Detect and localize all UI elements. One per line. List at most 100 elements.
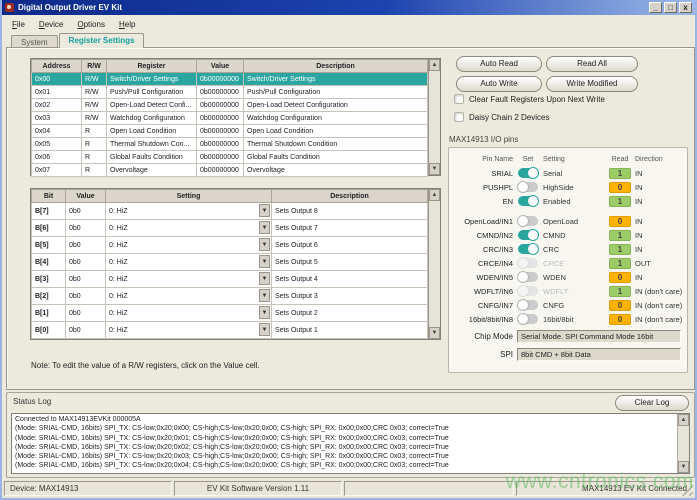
dropdown-arrow-icon[interactable]: ▼	[259, 204, 270, 217]
menu-item-device[interactable]: Device	[39, 20, 63, 29]
menu-bar: File Device Options Help	[2, 15, 695, 33]
dropdown-arrow-icon[interactable]: ▼	[259, 221, 270, 234]
pin-name: CRC/IN3	[453, 245, 513, 254]
dropdown-arrow-icon[interactable]: ▼	[259, 255, 270, 268]
pin-set-toggle	[518, 286, 538, 296]
pin-setting-label: WDFLT	[543, 287, 605, 296]
value-cell[interactable]: 0b00000000	[197, 164, 244, 177]
setting-dropdown[interactable]: 0: HiZ ▼	[106, 322, 272, 339]
value-cell[interactable]: 0b00000000	[197, 99, 244, 112]
dropdown-arrow-icon[interactable]: ▼	[259, 272, 270, 285]
bit-value-cell: 0b0	[66, 288, 106, 305]
pin-read-indicator: 1	[609, 244, 631, 255]
status-log-scrollbar[interactable]: ▲ ▼	[677, 414, 689, 473]
register-row[interactable]: 0x03R/WWatchdog Configuration0b00000000W…	[32, 112, 428, 125]
scroll-down-arrow-icon[interactable]: ▼	[429, 163, 440, 175]
clear-fault-checkbox[interactable]	[454, 94, 464, 104]
bit-value-cell: 0b0	[66, 254, 106, 271]
log-line: Connected to MAX14913EVKit 000005A	[15, 415, 686, 424]
value-cell[interactable]: 0b00000000	[197, 86, 244, 99]
pin-name: 16bit/8bit/IN8	[453, 315, 513, 324]
register-row[interactable]: 0x02R/WOpen-Load Detect Confi...0b000000…	[32, 99, 428, 112]
pin-set-toggle[interactable]	[518, 230, 538, 240]
scroll-up-arrow-icon[interactable]: ▲	[429, 189, 440, 201]
register-row[interactable]: 0x07ROvervoltage0b00000000Overvoltage	[32, 164, 428, 177]
auto-write-button[interactable]: Auto Write	[456, 76, 542, 92]
log-line: (Mode: SRIAL-CMD, 16bits) SPI_TX: CS-low…	[15, 452, 686, 461]
pin-set-toggle[interactable]	[518, 244, 538, 254]
minimize-button[interactable]: _	[649, 2, 662, 13]
pin-set-toggle[interactable]	[518, 300, 538, 310]
pin-setting-label: HighSide	[543, 183, 605, 192]
scroll-up-arrow-icon[interactable]: ▲	[429, 59, 440, 71]
pin-row: PUSHPLHighSide0IN	[453, 180, 681, 194]
dropdown-arrow-icon[interactable]: ▼	[259, 289, 270, 302]
dropdown-arrow-icon[interactable]: ▼	[259, 238, 270, 251]
scroll-down-arrow-icon[interactable]: ▼	[429, 327, 440, 339]
setting-value: 0: HiZ	[109, 327, 128, 334]
pin-set-toggle[interactable]	[518, 196, 538, 206]
value-cell[interactable]: 0b00000000	[197, 73, 244, 86]
pin-direction: IN (don't care)	[635, 301, 682, 310]
read-all-button[interactable]: Read All	[546, 56, 638, 72]
io-pins-panel: Pin Name Set Setting Read Direction SRIA…	[448, 147, 688, 373]
pin-set-toggle[interactable]	[518, 314, 538, 324]
log-line: (Mode: SRIAL-CMD, 16bits) SPI_TX: CS-low…	[15, 443, 686, 452]
tab-register-settings[interactable]: Register Settings	[59, 33, 145, 48]
setting-value: 0: HiZ	[109, 225, 128, 232]
register-cell: Push/Pull Configuration	[107, 86, 197, 99]
register-row[interactable]: 0x01R/WPush/Pull Configuration0b00000000…	[32, 86, 428, 99]
bit-table-scrollbar[interactable]: ▲ ▼	[428, 189, 440, 339]
value-cell[interactable]: 0b00000000	[197, 125, 244, 138]
write-modified-button[interactable]: Write Modified	[546, 76, 638, 92]
setting-dropdown[interactable]: 0: HiZ▼	[106, 288, 272, 305]
pin-name-header: Pin Name	[453, 156, 513, 163]
setting-dropdown[interactable]: 0: HiZ ▼	[106, 220, 272, 237]
pin-set-toggle[interactable]	[518, 216, 538, 226]
setting-dropdown[interactable]: 0: HiZ▼	[106, 254, 272, 271]
window-title: Digital Output Driver EV Kit	[18, 3, 649, 12]
menu-item-options[interactable]: Options	[77, 20, 105, 29]
register-row[interactable]: 0x05RThermal Shutdown Con...0b00000000Th…	[32, 138, 428, 151]
setting-dropdown[interactable]: 0: HiZ▼	[106, 203, 272, 220]
pin-name: OpenLoad/IN1	[453, 217, 513, 226]
pin-direction: IN (don't care)	[635, 315, 682, 324]
pin-set-toggle[interactable]	[518, 168, 538, 178]
scroll-down-arrow-icon[interactable]: ▼	[678, 461, 689, 473]
daisy-chain-label: Daisy Chain 2 Devices	[469, 113, 549, 122]
dropdown-arrow-icon[interactable]: ▼	[259, 306, 270, 319]
setting-dropdown[interactable]: 0: HiZ▼	[106, 271, 272, 288]
auto-read-button[interactable]: Auto Read	[456, 56, 542, 72]
scroll-up-arrow-icon[interactable]: ▲	[678, 414, 689, 426]
address-cell: 0x00	[32, 73, 82, 86]
pin-direction: IN	[635, 273, 681, 282]
maximize-button[interactable]: □	[664, 2, 677, 13]
pin-set-toggle[interactable]	[518, 272, 538, 282]
bit-description-cell: Sets Output 2	[272, 305, 428, 322]
register-row[interactable]: 0x04ROpen Load Condition0b00000000Open L…	[32, 125, 428, 138]
app-window: Digital Output Driver EV Kit _ □ x File D…	[0, 0, 697, 500]
clear-log-button[interactable]: Clear Log	[615, 395, 689, 411]
toggle-knob	[517, 215, 529, 227]
menu-item-file[interactable]: File	[12, 20, 25, 29]
read-header: Read	[608, 156, 632, 163]
menu-item-help[interactable]: Help	[119, 20, 135, 29]
register-actions: Auto Read Read All Auto Write Write Modi…	[456, 56, 638, 92]
value-cell[interactable]: 0b00000000	[197, 138, 244, 151]
pin-set-toggle[interactable]	[518, 182, 538, 192]
setting-dropdown[interactable]: 0: HiZ▼	[106, 237, 272, 254]
value-cell[interactable]: 0b00000000	[197, 112, 244, 125]
setting-dropdown[interactable]: 0: HiZ▼	[106, 305, 272, 322]
register-table-scrollbar[interactable]: ▲ ▼	[428, 59, 440, 175]
status-log-panel: Status Log Clear Log Connected to MAX149…	[6, 392, 695, 478]
daisy-chain-checkbox[interactable]	[454, 112, 464, 122]
register-row[interactable]: 0x06RGlobal Faults Condition0b00000000Gl…	[32, 151, 428, 164]
pin-read-indicator: 0	[609, 216, 631, 227]
close-button[interactable]: x	[679, 2, 692, 13]
dropdown-arrow-icon[interactable]: ▼	[259, 323, 270, 336]
register-row[interactable]: 0x00R/WSwitch/Driver Settings0b00000000S…	[32, 73, 428, 86]
value-cell[interactable]: 0b00000000	[197, 151, 244, 164]
io-pins-title: MAX14913 I/O pins	[449, 135, 518, 144]
pin-row: CRCE/IN4CRCE1OUT	[453, 256, 681, 270]
set-header: Set	[516, 156, 540, 163]
